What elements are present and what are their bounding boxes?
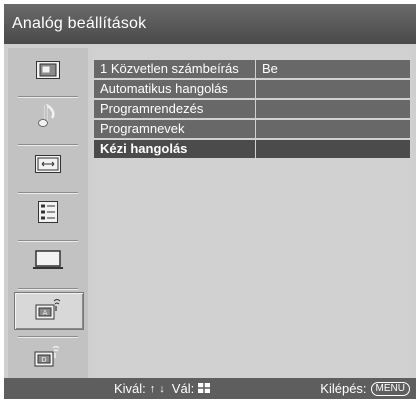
sidebar-divider bbox=[18, 336, 78, 338]
tv-menu-screen: Analóg beállítások A D 1 Közvetlen számb… bbox=[4, 4, 416, 399]
menu-button-icon: MENU bbox=[370, 381, 410, 396]
menu-item-label: Programnevek bbox=[94, 120, 255, 138]
sidebar-divider bbox=[18, 288, 78, 290]
menu-item-label: 1 Közvetlen számbeírás bbox=[94, 60, 255, 78]
menu-item-auto-tuning[interactable]: Automatikus hangolás bbox=[94, 80, 410, 98]
menu-item-value bbox=[256, 100, 410, 118]
menu-item-label: Kézi hangolás bbox=[94, 140, 255, 158]
menu-item-value bbox=[256, 80, 410, 98]
svg-text:D: D bbox=[41, 356, 46, 364]
menu-item-programme-labels[interactable]: Programnevek bbox=[94, 120, 410, 138]
sidebar-item-screen[interactable] bbox=[14, 148, 82, 184]
sidebar-divider bbox=[18, 144, 78, 146]
menu-item-manual-tuning[interactable]: Kézi hangolás bbox=[94, 140, 410, 158]
analog-setup-icon: A bbox=[35, 297, 63, 326]
menu-header: Analóg beállítások bbox=[4, 4, 416, 44]
footer-exit-hint: Kilépés: MENU bbox=[320, 381, 410, 396]
menu-body: A D 1 Közvetlen számbeírás Be Automatiku… bbox=[4, 44, 416, 378]
pc-monitor-icon bbox=[33, 249, 63, 275]
sidebar: A D bbox=[8, 48, 88, 378]
sidebar-item-sound[interactable] bbox=[14, 100, 82, 136]
menu-item-programme-sorting[interactable]: Programrendezés bbox=[94, 100, 410, 118]
sidebar-item-pc[interactable] bbox=[14, 244, 82, 280]
settings-list: 1 Közvetlen számbeírás Be Automatikus ha… bbox=[92, 48, 412, 378]
menu-item-value bbox=[256, 140, 410, 158]
menu-item-label: Automatikus hangolás bbox=[94, 80, 255, 98]
picture-icon bbox=[36, 60, 60, 84]
sidebar-item-digital-setup[interactable]: D bbox=[14, 340, 82, 376]
up-arrow-icon: ↑ bbox=[149, 382, 156, 395]
sidebar-divider bbox=[18, 192, 78, 194]
exit-hint-label: Kilépés: bbox=[320, 381, 367, 396]
down-arrow-icon: ↓ bbox=[159, 382, 165, 395]
menu-item-value: Be bbox=[256, 60, 410, 78]
music-note-icon bbox=[37, 102, 59, 135]
screen-format-icon bbox=[35, 154, 61, 178]
page-title: Analóg beállítások bbox=[12, 15, 147, 32]
sidebar-divider bbox=[18, 96, 78, 98]
svg-text:A: A bbox=[43, 309, 48, 317]
confirm-hint-label: Vál: bbox=[171, 381, 195, 396]
sidebar-item-features[interactable] bbox=[14, 196, 82, 232]
menu-item-direct-number-entry[interactable]: 1 Közvetlen számbeírás Be bbox=[94, 60, 410, 78]
sidebar-divider bbox=[18, 240, 78, 242]
footer-help-bar: Kivál: ↑ ↓ Vál: Kilépés: MENU bbox=[4, 378, 416, 399]
select-hint-label: Kivál: bbox=[114, 381, 146, 396]
footer-navigation-hint: Kivál: ↑ ↓ Vál: bbox=[114, 381, 211, 396]
digital-setup-icon: D bbox=[34, 344, 62, 373]
menu-item-label: Programrendezés bbox=[94, 100, 255, 118]
menu-item-value bbox=[256, 120, 410, 138]
sidebar-item-analog-setup[interactable]: A bbox=[14, 292, 84, 330]
ok-button-icon bbox=[198, 381, 211, 396]
features-list-icon bbox=[38, 200, 58, 228]
sidebar-item-picture[interactable] bbox=[14, 54, 82, 90]
